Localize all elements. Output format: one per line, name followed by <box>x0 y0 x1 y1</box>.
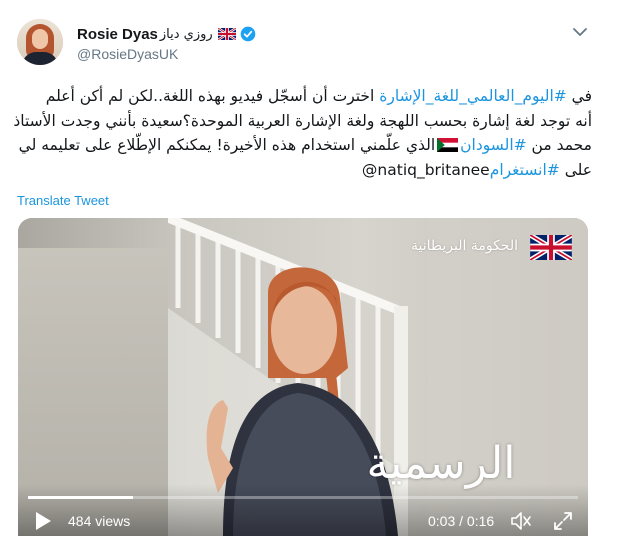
play-icon[interactable] <box>34 511 52 531</box>
mention-natiq-britanee[interactable]: @natiq_britanee <box>357 161 490 179</box>
verified-badge-icon <box>240 26 256 42</box>
video-progress-fill <box>28 496 133 499</box>
view-count: 484 views <box>68 513 131 529</box>
hashtag-instagram[interactable]: #انستغرام <box>490 161 560 179</box>
video-player[interactable]: الحكومة البريطانية الرسمية 484 views 0:0… <box>18 218 588 536</box>
video-watermark-text: الحكومة البريطانية <box>411 238 518 254</box>
video-progress-bar[interactable] <box>28 496 578 499</box>
tweet-card: Rosie Dyas روزي دياز @RosieDyasUK في #الي… <box>0 0 625 536</box>
uk-flag-icon <box>217 28 236 40</box>
volume-icon[interactable] <box>510 511 532 531</box>
tweet-text-segment: على <box>559 160 592 179</box>
video-time: 0:03 / 0:16 <box>428 513 495 529</box>
translate-tweet-link[interactable]: Translate Tweet <box>17 193 109 208</box>
tweet-text-segment: في <box>566 87 592 105</box>
tweet-line-4: على #انستغرام @natiq_britanee <box>18 158 592 183</box>
video-caption: الرسمية <box>366 438 516 489</box>
tweet-text-segment: الذي علّمني استخدام هذه الأخيرة! يمكنكم … <box>18 136 436 154</box>
author-name-row[interactable]: Rosie Dyas روزي دياز <box>77 24 256 44</box>
avatar[interactable] <box>17 19 63 65</box>
sudan-flag-icon <box>437 138 459 152</box>
tweet-text-segment: محمد من <box>526 136 592 154</box>
author-display-name[interactable]: Rosie Dyas <box>77 26 158 43</box>
author-handle[interactable]: @RosieDyasUK <box>77 46 178 62</box>
tweet-line-2: أنه توجد لغة إشارة بحسب اللهجة ولغة الإش… <box>13 111 592 130</box>
author-arabic-name[interactable]: روزي دياز <box>160 27 213 42</box>
tweet-text: في #اليوم_العالمي_للغة_الإشارة اخترت أن … <box>13 84 592 183</box>
tweet-line-3: محمد من #السودان الذي علّمني استخدام هذه … <box>18 133 592 158</box>
tweet-line-1: في #اليوم_العالمي_للغة_الإشارة اخترت أن … <box>18 84 592 109</box>
hashtag-sudan[interactable]: #السودان <box>460 136 526 154</box>
tweet-text-segment: اخترت أن أسجّل فيديو بهذه اللغة..لكن لم … <box>45 87 380 105</box>
chevron-down-icon[interactable] <box>572 26 588 38</box>
uk-flag-watermark-icon <box>530 235 572 260</box>
video-controls: 484 views 0:03 / 0:16 <box>18 484 588 536</box>
hashtag-sign-language-day[interactable]: #اليوم_العالمي_للغة_الإشارة <box>379 87 566 105</box>
fullscreen-icon[interactable] <box>553 511 573 531</box>
